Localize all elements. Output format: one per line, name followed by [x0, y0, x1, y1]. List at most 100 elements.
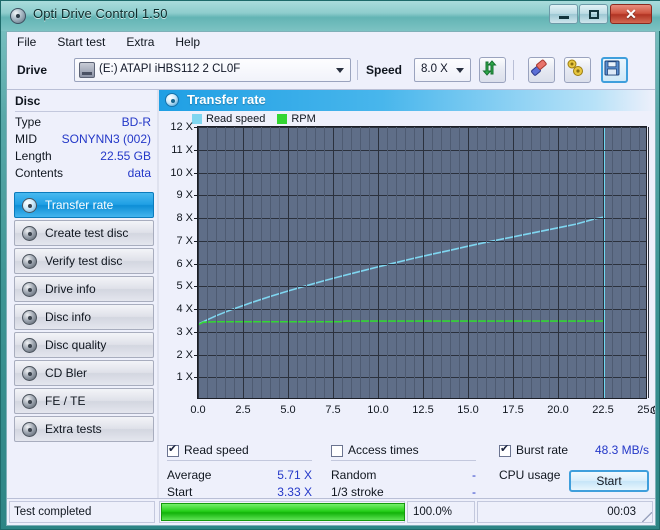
- average-value: 5.71 X: [277, 468, 312, 482]
- sidebar-item-create-test-disc[interactable]: Create test disc: [14, 220, 154, 246]
- disc-icon: [22, 282, 37, 297]
- sidebar-item-drive-info[interactable]: Drive info: [14, 276, 154, 302]
- maximize-icon: [588, 9, 599, 19]
- gridline-vertical: [540, 127, 541, 398]
- third-stroke-label: 1/3 stroke: [331, 485, 384, 499]
- menu-help[interactable]: Help: [173, 33, 211, 51]
- gridline-vertical: [378, 127, 379, 398]
- refresh-button[interactable]: [479, 57, 506, 83]
- access-times-label: Access times: [348, 443, 419, 457]
- gridline-vertical: [594, 127, 595, 398]
- y-axis-label: 7 X: [176, 234, 193, 247]
- sidebar-item-transfer-rate[interactable]: Transfer rate: [14, 192, 154, 218]
- end-position-marker: [603, 127, 605, 398]
- random-label: Random: [331, 468, 377, 482]
- close-button[interactable]: ✕: [610, 4, 652, 24]
- gridline-vertical: [198, 127, 199, 398]
- gridline-horizontal: [198, 127, 646, 128]
- disc-icon: [22, 226, 37, 241]
- sidebar-item-disc-info[interactable]: Disc info: [14, 304, 154, 330]
- minimize-button[interactable]: [549, 4, 578, 24]
- average-label: Average: [167, 468, 212, 482]
- gridline-horizontal: [198, 218, 646, 219]
- y-axis-label: 2 X: [176, 348, 193, 361]
- gridline-vertical: [585, 127, 586, 398]
- sidebar-item-label: FE / TE: [45, 394, 86, 408]
- disc-mid-value: SONYNN3 (002): [61, 132, 151, 146]
- x-axis-label: 22.5: [592, 404, 614, 416]
- burst-rate-checkbox[interactable]: [499, 443, 511, 457]
- gridline-vertical: [288, 127, 289, 398]
- disc-length-label: Length: [15, 149, 52, 163]
- disc-icon: [165, 93, 179, 107]
- read-speed-checkbox[interactable]: [167, 443, 179, 457]
- y-axis-label: 6 X: [176, 257, 193, 270]
- start-test-button[interactable]: Start: [569, 470, 649, 492]
- title-bar: Opti Drive Control 1.50 ✕: [1, 1, 660, 31]
- gridline-horizontal: [198, 331, 646, 333]
- gridline-vertical: [405, 127, 406, 398]
- sidebar-item-cd-bler[interactable]: CD Bler: [14, 360, 154, 386]
- gridline-horizontal: [198, 149, 646, 151]
- erase-button[interactable]: [528, 57, 555, 83]
- status-bar: Test completed 100.0% 00:03: [7, 498, 655, 525]
- disc-icon: [22, 254, 37, 269]
- random-value: -: [472, 468, 476, 482]
- x-axis-label: 0.0: [190, 404, 206, 416]
- speed-select[interactable]: 8.0 X: [414, 58, 471, 82]
- x-axis-label: 2.5: [235, 404, 251, 416]
- gridline-vertical: [495, 127, 496, 398]
- gridline-vertical: [639, 127, 640, 398]
- legend-label-read-speed: Read speed: [206, 112, 266, 125]
- burst-rate-label: Burst rate: [516, 443, 569, 457]
- legend-label-rpm: RPM: [291, 112, 316, 125]
- disc-length-value: 22.55 GB: [100, 149, 151, 163]
- gridline-horizontal: [198, 354, 646, 356]
- gridline-vertical: [270, 127, 271, 398]
- gridline-vertical: [522, 127, 523, 398]
- disc-row-contents: Contents data: [15, 166, 151, 182]
- disc-row-mid: MID SONYNN3 (002): [15, 132, 151, 148]
- divider: [167, 460, 312, 461]
- save-icon: [604, 60, 620, 76]
- drive-select[interactable]: (E:) ATAPI iHBS112 2 CL0F: [74, 58, 351, 82]
- x-axis-label: 5.0: [280, 404, 296, 416]
- sidebar-item-disc-quality[interactable]: Disc quality: [14, 332, 154, 358]
- gridline-vertical: [567, 127, 568, 398]
- sidebar-item-extra-tests[interactable]: Extra tests: [14, 416, 154, 442]
- sidebar-item-verify-test-disc[interactable]: Verify test disc: [14, 248, 154, 274]
- progress-bar-fill: [161, 503, 405, 521]
- gridline-vertical: [549, 127, 550, 398]
- gridline-vertical: [252, 127, 253, 398]
- gridline-horizontal: [198, 195, 646, 197]
- tools-button[interactable]: [564, 57, 591, 83]
- y-axis-label: 1 X: [176, 371, 193, 384]
- disc-icon: [22, 366, 37, 381]
- app-disc-icon: [10, 8, 26, 24]
- series-rpm: [198, 320, 604, 326]
- y-axis-label: 4 X: [176, 303, 193, 315]
- toolbar-separator: [513, 60, 514, 80]
- gridline-vertical: [423, 127, 424, 398]
- menu-start-test[interactable]: Start test: [55, 33, 116, 51]
- menu-file[interactable]: File: [15, 33, 47, 51]
- disc-row-length: Length 22.55 GB: [15, 149, 151, 165]
- maximize-button[interactable]: [579, 4, 608, 24]
- client-area: File Start test Extra Help Drive (E:) AT…: [6, 31, 656, 526]
- gridline-vertical: [387, 127, 388, 398]
- progress-percent: 100.0%: [407, 501, 475, 523]
- panel-header: Transfer rate: [159, 90, 655, 111]
- sidebar-item-fe-te[interactable]: FE / TE: [14, 388, 154, 414]
- gridline-vertical: [468, 127, 469, 398]
- save-button[interactable]: [601, 57, 628, 83]
- disc-contents-label: Contents: [15, 166, 64, 180]
- elapsed-time: 00:03: [477, 501, 653, 523]
- gridline-vertical: [648, 127, 649, 398]
- resize-grip-icon[interactable]: [642, 512, 652, 522]
- menu-extra[interactable]: Extra: [124, 33, 165, 51]
- access-times-checkbox[interactable]: [331, 445, 343, 457]
- gridline-horizontal: [198, 309, 646, 310]
- disc-icon: [22, 310, 37, 325]
- x-axis-label: 10.0: [367, 404, 389, 416]
- speed-select-value: 8.0 X: [421, 63, 448, 75]
